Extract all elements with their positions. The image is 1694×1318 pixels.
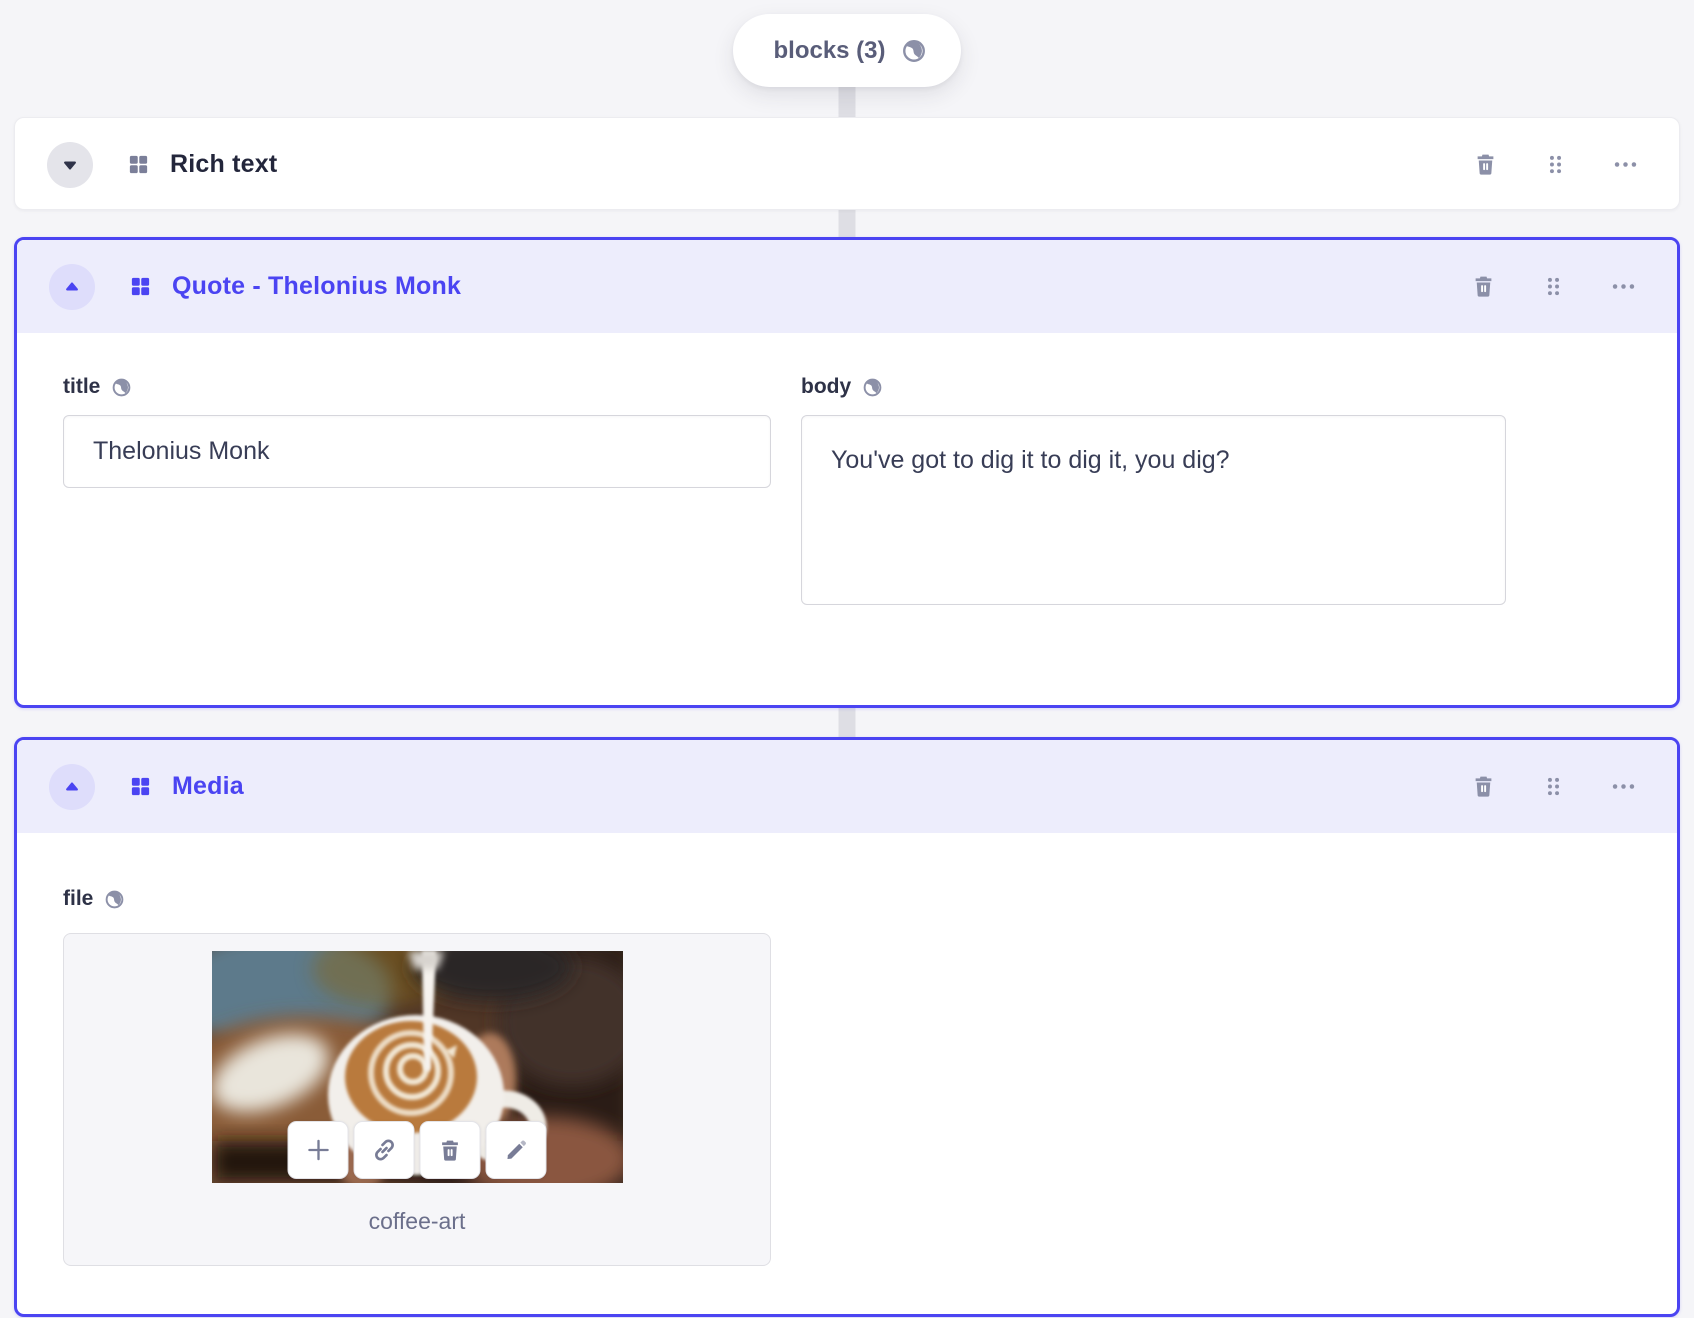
plus-icon (307, 1139, 329, 1161)
drag-handle[interactable] (1541, 274, 1566, 299)
trash-icon (442, 1140, 458, 1161)
globe-icon (104, 889, 125, 910)
more-options-button[interactable] (1612, 151, 1639, 178)
remove-media-button[interactable] (419, 1121, 481, 1179)
chevron-up-icon (66, 281, 78, 290)
edit-media-button[interactable] (485, 1121, 547, 1179)
more-options-button[interactable] (1610, 773, 1637, 800)
drag-handle-icon (1547, 277, 1560, 296)
file-field-label: file (63, 887, 1631, 911)
trash-icon (1475, 276, 1492, 297)
ellipsis-icon (1614, 162, 1637, 167)
block-rich-text: Rich text (14, 117, 1680, 210)
media-preview[interactable] (211, 951, 623, 1183)
block-editor-page: blocks (3) Rich text Quote - Thelonius M… (0, 0, 1694, 1318)
more-options-button[interactable] (1610, 273, 1637, 300)
drag-handle[interactable] (1541, 774, 1566, 799)
block-media-header[interactable]: Media (17, 740, 1677, 833)
body-textarea[interactable]: You've got to dig it to dig it, you dig? (801, 415, 1506, 605)
globe-icon (862, 377, 883, 398)
trash-icon (1475, 776, 1492, 797)
chevron-down-icon (64, 161, 76, 170)
globe-icon (901, 38, 927, 64)
media-toolbar (287, 1121, 547, 1179)
block-quote-header[interactable]: Quote - Thelonius Monk (17, 240, 1677, 333)
drag-handle-icon (1549, 155, 1562, 174)
block-quote-body: title body You've got to dig it to dig i… (17, 333, 1677, 705)
block-title: Media (172, 772, 244, 800)
block-type-icon (127, 153, 150, 176)
block-type-icon (129, 275, 152, 298)
add-media-button[interactable] (287, 1121, 349, 1179)
ellipsis-icon (1612, 284, 1635, 289)
drag-handle[interactable] (1543, 152, 1568, 177)
block-title: Quote - Thelonius Monk (172, 272, 462, 300)
breadcrumb[interactable]: blocks (3) (733, 14, 961, 87)
expand-button[interactable] (47, 141, 93, 188)
block-media-body: file coffee-art (17, 833, 1677, 1314)
block-type-icon (129, 775, 152, 798)
field-label-text: file (63, 887, 94, 910)
delete-block-button[interactable] (1472, 151, 1499, 178)
drag-handle-icon (1547, 777, 1560, 796)
block-quote: Quote - Thelonius Monk title Thelonius M… (14, 237, 1680, 708)
field-label-text: body (801, 375, 852, 398)
body-field-group: body You've got to dig it to dig it, you… (801, 375, 1506, 705)
globe-icon (111, 377, 132, 398)
ellipsis-icon (1612, 784, 1635, 789)
file-upload-panel: coffee-art (63, 933, 771, 1266)
breadcrumb-label: blocks (3) (773, 36, 886, 64)
title-field-group: title (63, 375, 771, 705)
file-name: coffee-art (368, 1208, 466, 1234)
collapse-button[interactable] (49, 763, 95, 810)
delete-block-button[interactable] (1470, 273, 1497, 300)
pencil-icon (507, 1140, 526, 1159)
block-title: Rich text (170, 150, 278, 178)
field-label-text: title (63, 375, 101, 398)
delete-block-button[interactable] (1470, 773, 1497, 800)
trash-icon (1477, 154, 1494, 175)
link-icon (374, 1139, 394, 1161)
body-field-label: body (801, 375, 1506, 399)
block-media: Media file coffee-art (14, 737, 1680, 1317)
chevron-up-icon (66, 781, 78, 790)
title-input[interactable] (63, 415, 771, 488)
block-rich-text-header[interactable]: Rich text (15, 118, 1679, 211)
link-media-button[interactable] (353, 1121, 415, 1179)
title-field-label: title (63, 375, 771, 399)
collapse-button[interactable] (49, 263, 95, 310)
